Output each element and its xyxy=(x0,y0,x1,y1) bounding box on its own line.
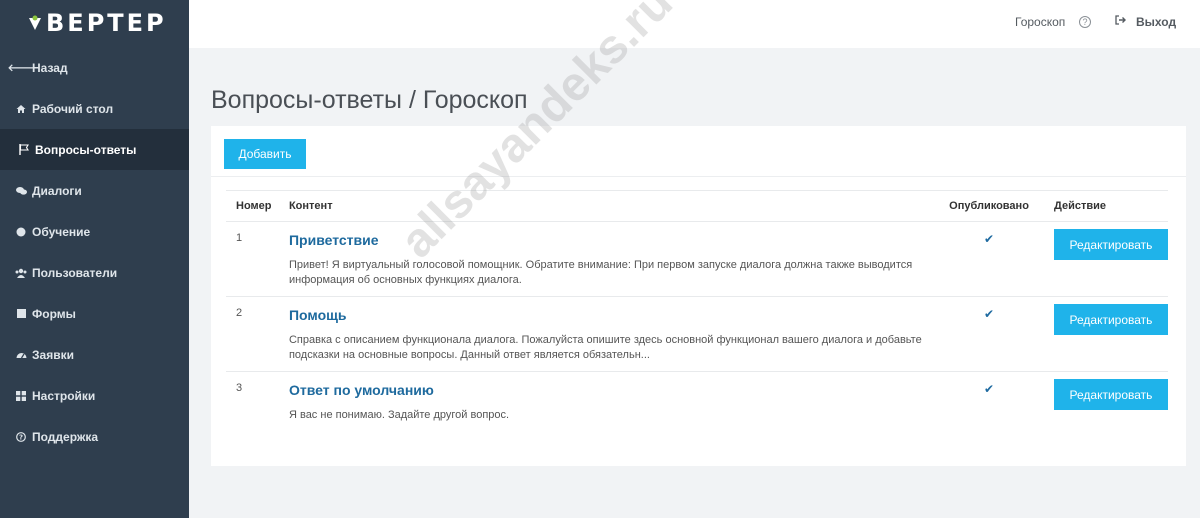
sidebar-item-label: Настройки xyxy=(32,388,96,403)
published-check-icon: ✔ xyxy=(984,382,995,396)
row-action: Редактировать xyxy=(1044,372,1168,447)
arrow-left-icon: 🡐 xyxy=(7,62,35,74)
row-action: Редактировать xyxy=(1043,221,1168,297)
published-check-icon: ✔ xyxy=(934,296,1044,372)
sidebar-item-qa[interactable]: Вопросы-ответы xyxy=(0,129,189,170)
row-title-link[interactable]: Помощь xyxy=(289,307,934,323)
topbar: Гороскоп ? Выход xyxy=(189,0,1200,48)
row-description: Привет! Я виртуальный голосовой помощник… xyxy=(288,259,913,286)
sidebar: ВЕРТЕР 🡐 Назад Рабочий стол Вопросы-отве… xyxy=(0,0,189,518)
comments-icon xyxy=(15,186,27,196)
question-circle-icon: ? xyxy=(15,431,27,442)
row-content: Приветствие Привет! Я виртуальный голосо… xyxy=(278,221,935,297)
sidebar-item-requests[interactable]: Заявки xyxy=(0,334,189,375)
logo-pin-icon xyxy=(28,15,42,31)
logout-link[interactable]: Выход xyxy=(1136,15,1176,29)
row-title-link[interactable]: Приветствие xyxy=(289,232,934,248)
row-content: Помощь Справка с описанием функционала д… xyxy=(278,296,935,372)
sidebar-item-forms[interactable]: Формы xyxy=(0,293,189,334)
qa-table: Номер Контент Опубликовано Действие 1 Пр… xyxy=(226,190,1168,447)
page-title: Вопросы-ответы / Гороскоп xyxy=(211,86,528,114)
edit-button[interactable]: Редактировать xyxy=(1053,229,1168,260)
users-icon xyxy=(15,268,27,278)
add-button[interactable]: Добавить xyxy=(224,139,306,169)
table-header-row: Номер Контент Опубликовано Действие xyxy=(226,190,1168,222)
sidebar-item-label: Рабочий стол xyxy=(32,101,114,116)
row-description: Я вас не понимаю. Задайте другой вопрос. xyxy=(288,409,510,421)
row-number: 2 xyxy=(226,296,279,372)
sidebar-item-support[interactable]: ? Поддержка xyxy=(0,416,189,457)
sidebar-item-label: Обучение xyxy=(32,224,91,239)
edit-button[interactable]: Редактировать xyxy=(1053,379,1168,410)
svg-text:?: ? xyxy=(19,433,23,441)
sidebar-item-label: Поддержка xyxy=(32,429,99,444)
sidebar-item-label: Вопросы-ответы xyxy=(35,142,137,157)
header-published: Опубликовано xyxy=(934,190,1044,222)
edit-button[interactable]: Редактировать xyxy=(1053,304,1168,335)
square-icon xyxy=(15,309,27,318)
dashboard-icon xyxy=(15,350,27,359)
flag-icon xyxy=(18,144,30,155)
help-icon[interactable]: ? xyxy=(1079,16,1091,28)
sidebar-item-label: Диалоги xyxy=(32,183,82,198)
row-description: Справка с описанием функционала диалога.… xyxy=(288,334,922,361)
row-title-link[interactable]: Ответ по умолчанию xyxy=(289,382,934,398)
header-number: Номер xyxy=(226,190,279,222)
row-content: Ответ по умолчанию Я вас не понимаю. Зад… xyxy=(279,372,934,447)
header-action: Действие xyxy=(1043,190,1168,222)
sidebar-item-dialogs[interactable]: Диалоги xyxy=(0,170,189,211)
grid-icon xyxy=(15,390,27,401)
table-row: 3 Ответ по умолчанию Я вас не понимаю. З… xyxy=(226,372,1168,447)
sidebar-item-label: Заявки xyxy=(32,347,74,362)
sidebar-item-settings[interactable]: Настройки xyxy=(0,375,189,416)
skill-name-link[interactable]: Гороскоп xyxy=(1015,15,1065,29)
sidebar-item-users[interactable]: Пользователи xyxy=(0,252,189,293)
table-row: 2 Помощь Справка с описанием функционала… xyxy=(226,296,1168,372)
sidebar-item-training[interactable]: Обучение xyxy=(0,211,189,252)
header-content: Контент xyxy=(278,190,935,222)
sidebar-item-label: Формы xyxy=(32,306,76,321)
sidebar-item-dashboard[interactable]: Рабочий стол xyxy=(0,88,189,129)
content-panel: Добавить Номер Контент Опубликовано Дейс… xyxy=(211,126,1186,466)
sidebar-item-back[interactable]: 🡐 Назад xyxy=(0,47,189,88)
row-number: 1 xyxy=(226,221,279,297)
published-check-icon: ✔ xyxy=(934,221,1044,297)
home-icon xyxy=(15,104,27,114)
sidebar-item-label: Назад xyxy=(32,60,68,75)
row-number: 3 xyxy=(236,382,243,394)
table-row: 1 Приветствие Привет! Я виртуальный голо… xyxy=(226,221,1168,297)
circle-icon xyxy=(15,227,27,237)
panel-toolbar: Добавить xyxy=(211,126,1186,177)
sidebar-item-label: Пользователи xyxy=(32,265,118,280)
sign-out-icon[interactable] xyxy=(1115,15,1127,28)
row-action: Редактировать xyxy=(1043,296,1168,372)
logo[interactable]: ВЕРТЕР xyxy=(0,0,189,46)
logo-text: ВЕРТЕР xyxy=(46,9,167,37)
